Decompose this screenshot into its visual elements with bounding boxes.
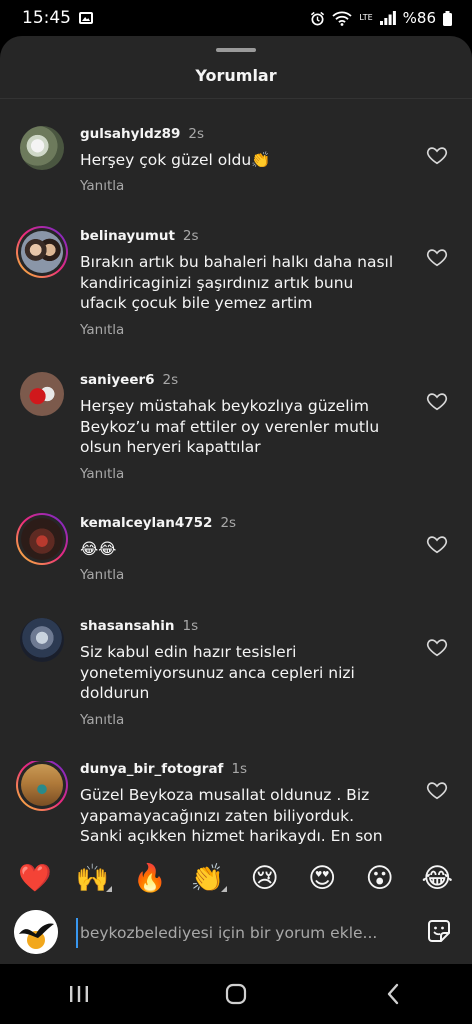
status-bar: 15:45 LTE %86	[0, 0, 472, 36]
emoji-crying[interactable]: 😢	[243, 863, 287, 894]
comment-username[interactable]: dunya_bir_fotograf 1s	[80, 761, 247, 777]
drag-handle[interactable]	[216, 48, 256, 52]
network-type: LTE	[359, 13, 373, 22]
recent-apps-icon	[69, 986, 88, 1002]
emoji-heart-eyes[interactable]: 😍	[300, 863, 344, 894]
avatar[interactable]	[20, 372, 64, 416]
comment-text: Bırakın artık bu bahaleri halkı daha nas…	[80, 253, 394, 312]
comments-sheet: Yorumlar gulsahyldz89 2s Herşey çok güzel…	[0, 36, 472, 964]
comment-input-row	[0, 904, 472, 964]
comment-text: Herşey çok güzel oldu👏	[80, 151, 271, 169]
comment-time: 2s	[162, 372, 179, 388]
like-heart-icon[interactable]	[426, 533, 448, 555]
reply-button[interactable]: Yanıtla	[80, 466, 124, 482]
comment-time: 2s	[188, 126, 205, 142]
like-heart-icon[interactable]	[426, 390, 448, 412]
recent-apps-button[interactable]	[59, 974, 99, 1014]
comment-item: shasansahin 1s Siz kabul edin hazır tesis…	[0, 618, 472, 738]
gallery-notification-icon	[79, 12, 93, 24]
home-icon	[225, 983, 247, 1005]
divider	[0, 98, 472, 99]
emoji-reaction-bar: ❤️ 🙌 🔥 👏 😢 😍 😮 😂	[0, 856, 472, 900]
comment-item: saniyeer6 2s Herşey müstahak beykozlıya g…	[0, 372, 472, 492]
alarm-icon	[311, 11, 325, 25]
comment-text: Herşey müstahak beykozlıya güzelim Beyko…	[80, 397, 380, 456]
beykoz-logo-icon	[14, 910, 58, 954]
wifi-icon	[332, 11, 352, 26]
system-navigation-bar	[0, 964, 472, 1024]
comment-username[interactable]: saniyeer6 2s	[80, 372, 178, 388]
comment-time: 2s	[182, 228, 199, 244]
like-heart-icon[interactable]	[426, 144, 448, 166]
comment-item: gulsahyldz89 2s Herşey çok güzel oldu👏 Ya…	[0, 126, 472, 206]
like-heart-icon[interactable]	[426, 779, 448, 801]
avatar[interactable]	[16, 226, 68, 278]
comment-item: dunya_bir_fotograf 1s Güzel Beykoza musal…	[0, 761, 472, 851]
sticker-icon[interactable]	[426, 918, 452, 944]
avatar[interactable]	[20, 618, 64, 662]
avatar[interactable]	[16, 513, 68, 565]
home-button[interactable]	[216, 974, 256, 1014]
emoji-laughing[interactable]: 😂	[415, 863, 459, 894]
like-heart-icon[interactable]	[426, 636, 448, 658]
comment-item: belinayumut 2s Bırakın artık bu bahaleri …	[0, 228, 472, 348]
self-avatar	[14, 910, 58, 954]
comment-text: Güzel Beykoza musallat oldunuz . Biz yap…	[80, 786, 383, 845]
reply-button[interactable]: Yanıtla	[80, 712, 124, 728]
comment-username[interactable]: kemalceylan4752 2s	[80, 515, 236, 531]
emoji-fire[interactable]: 🔥	[128, 862, 172, 894]
comment-text: Siz kabul edin hazır tesisleri yonetemiy…	[80, 643, 355, 702]
comment-text: 😂😂	[80, 540, 117, 558]
reply-button[interactable]: Yanıtla	[80, 567, 124, 583]
comment-username[interactable]: shasansahin 1s	[80, 618, 198, 634]
status-time: 15:45	[22, 8, 71, 28]
comment-username[interactable]: gulsahyldz89 2s	[80, 126, 204, 142]
emoji-heart[interactable]: ❤️	[13, 862, 57, 894]
avatar[interactable]	[16, 761, 68, 811]
emoji-clapping[interactable]: 👏	[185, 862, 229, 894]
reply-button[interactable]: Yanıtla	[80, 178, 124, 194]
signal-icon	[379, 11, 396, 25]
emoji-raising-hands[interactable]: 🙌	[70, 862, 114, 894]
battery-icon	[443, 10, 452, 26]
comment-time: 2s	[220, 515, 237, 531]
battery-percent: %86	[402, 9, 436, 27]
comment-time: 1s	[182, 618, 199, 634]
back-icon	[388, 983, 399, 1005]
comment-item: kemalceylan4752 2s 😂😂 Yanıtla	[0, 515, 472, 595]
avatar[interactable]	[20, 126, 64, 170]
reply-button[interactable]: Yanıtla	[80, 322, 124, 338]
like-heart-icon[interactable]	[426, 246, 448, 268]
sheet-title: Yorumlar	[195, 66, 277, 85]
comment-username[interactable]: belinayumut 2s	[80, 228, 199, 244]
back-button[interactable]	[373, 974, 413, 1014]
emoji-surprised[interactable]: 😮	[358, 863, 402, 894]
comment-time: 1s	[231, 761, 248, 777]
comment-input[interactable]	[76, 918, 402, 948]
